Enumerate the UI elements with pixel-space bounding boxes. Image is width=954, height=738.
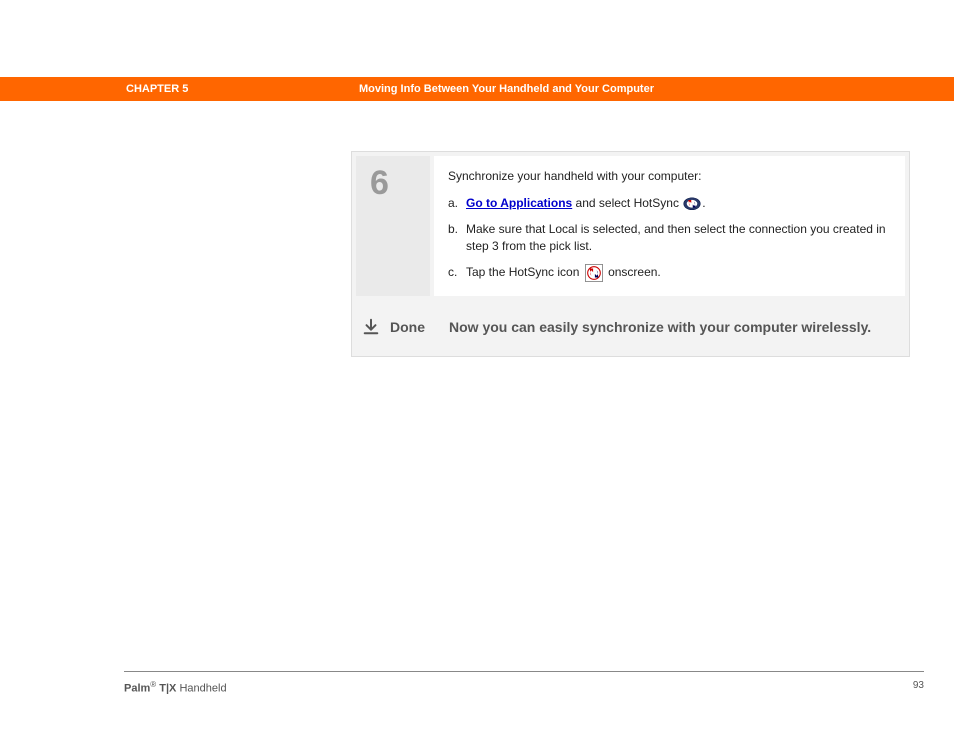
step-intro: Synchronize your handheld with your comp…	[448, 168, 891, 185]
step-body: Synchronize your handheld with your comp…	[434, 156, 905, 296]
chapter-label: CHAPTER 5	[126, 83, 359, 95]
substep-letter: b.	[448, 221, 466, 256]
go-to-applications-link[interactable]: Go to Applications	[466, 196, 572, 210]
download-arrow-icon	[362, 318, 380, 336]
substep-c-before: Tap the HotSync icon	[466, 265, 583, 279]
done-row: Done Now you can easily synchronize with…	[352, 300, 909, 356]
section-title: Moving Info Between Your Handheld and Yo…	[359, 83, 654, 95]
footer-rule	[124, 671, 924, 672]
substep-a-tail: .	[702, 196, 705, 210]
substep-b: b. Make sure that Local is selected, and…	[448, 221, 891, 256]
done-text: Now you can easily synchronize with your…	[449, 319, 871, 335]
step-number: 6	[370, 166, 416, 200]
hotsync-square-icon	[585, 264, 603, 282]
step-number-box: 6	[356, 156, 430, 296]
substep-text: Make sure that Local is selected, and th…	[466, 221, 891, 256]
page-number: 93	[913, 680, 924, 691]
substep-c-after: onscreen.	[605, 265, 661, 279]
chapter-header: CHAPTER 5 Moving Info Between Your Handh…	[0, 77, 954, 101]
footer-model: T|X	[156, 683, 176, 695]
substep-c: c. Tap the HotSync icon onscreen.	[448, 264, 891, 282]
step-row: 6 Synchronize your handheld with your co…	[352, 152, 909, 300]
substep-a-after: and select HotSync	[572, 196, 682, 210]
footer-suffix: Handheld	[176, 683, 226, 695]
substep-letter: a.	[448, 195, 466, 212]
done-label: Done	[390, 319, 425, 335]
substeps-list: a. Go to Applications and select HotSync…	[448, 195, 891, 281]
hotsync-oval-icon	[683, 197, 701, 211]
footer-palm: Palm	[124, 683, 150, 695]
substep-text: Go to Applications and select HotSync .	[466, 195, 891, 212]
footer-brand: Palm® T|X Handheld	[124, 680, 227, 695]
substep-letter: c.	[448, 264, 466, 282]
substep-text: Tap the HotSync icon onscreen.	[466, 264, 891, 282]
substep-a: a. Go to Applications and select HotSync…	[448, 195, 891, 212]
instruction-card: 6 Synchronize your handheld with your co…	[351, 151, 910, 357]
